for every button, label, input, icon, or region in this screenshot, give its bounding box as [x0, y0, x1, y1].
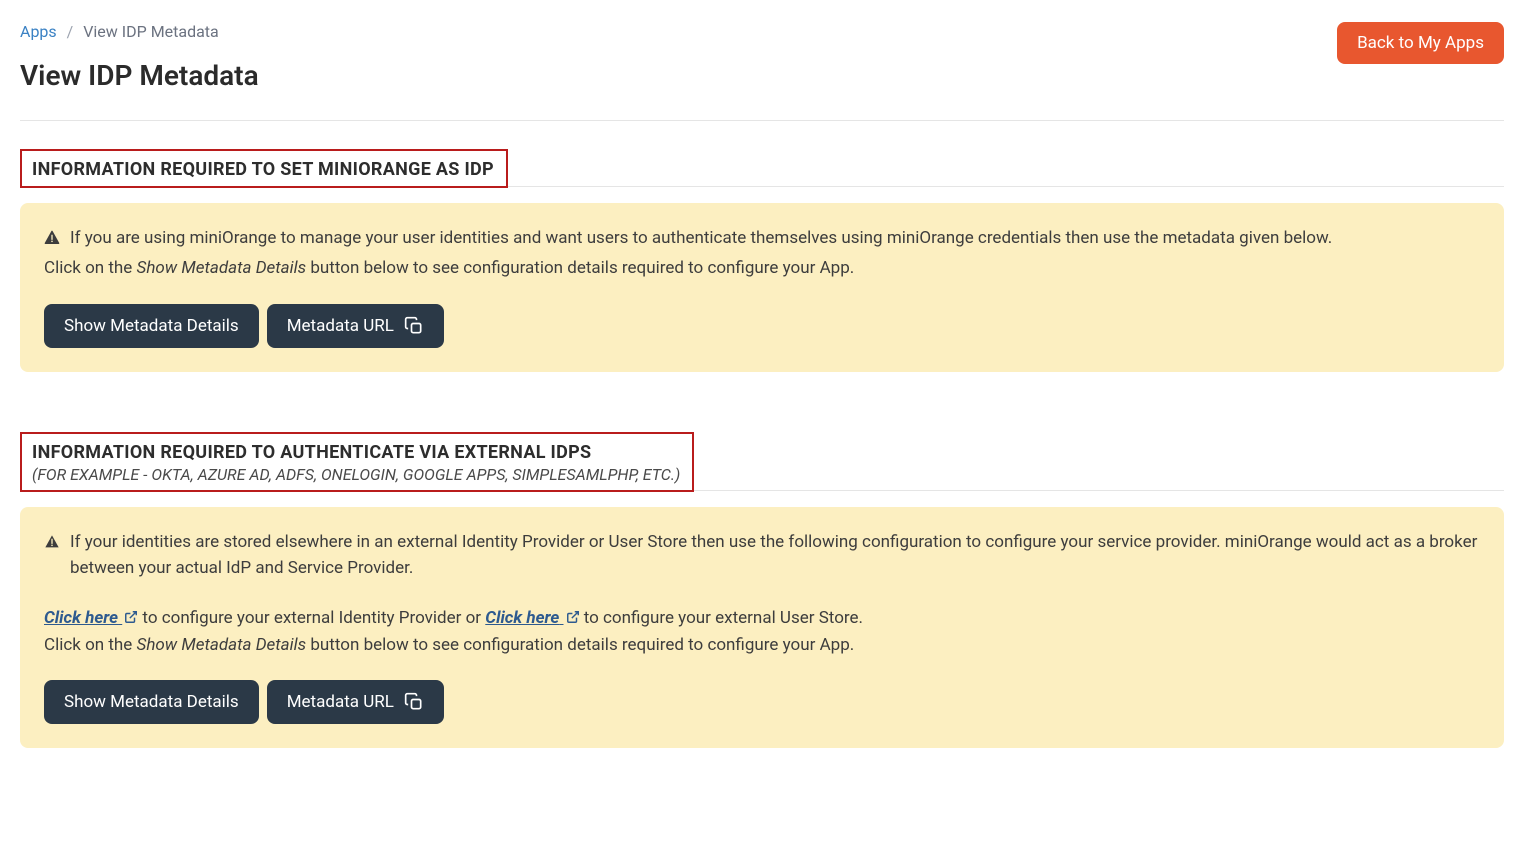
section1-info-card: If you are using miniOrange to manage yo… [20, 203, 1504, 372]
configure-idp-link[interactable]: Click here [44, 608, 138, 628]
section2-click-prefix: Click on the [44, 635, 137, 655]
page-divider [20, 120, 1504, 121]
copy-icon [404, 316, 424, 336]
section2-link1-after: to configure your external Identity Prov… [138, 608, 485, 628]
breadcrumb-current: View IDP Metadata [83, 22, 219, 41]
section2-click-suffix: button below to see configuration detail… [306, 635, 854, 655]
section2-info-secondary: Click on the Show Metadata Details butto… [44, 632, 1480, 658]
breadcrumb-separator: / [67, 22, 74, 41]
metadata-url-button-2[interactable]: Metadata URL [267, 680, 444, 724]
show-metadata-details-button[interactable]: Show Metadata Details [44, 304, 259, 348]
section1-heading: INFORMATION REQUIRED TO SET MINIORANGE A… [32, 159, 494, 180]
copy-icon [404, 692, 424, 712]
configure-userstore-link-text: Click here [485, 608, 559, 628]
metadata-url-label-2: Metadata URL [287, 692, 394, 712]
section2-heading-box: INFORMATION REQUIRED TO AUTHENTICATE VIA… [20, 432, 694, 492]
show-metadata-details-button-2[interactable]: Show Metadata Details [44, 680, 259, 724]
external-link-icon [566, 610, 580, 624]
section2-link2-after: to configure your external User Store. [580, 608, 864, 628]
configure-idp-link-text: Click here [44, 608, 118, 628]
section1-heading-box: INFORMATION REQUIRED TO SET MINIORANGE A… [20, 149, 508, 188]
back-to-apps-button[interactable]: Back to My Apps [1337, 22, 1504, 64]
section1-click-italic: Show Metadata Details [137, 258, 307, 278]
section2-info-card: If your identities are stored elsewhere … [20, 507, 1504, 748]
metadata-url-button[interactable]: Metadata URL [267, 304, 444, 348]
breadcrumb-apps-link[interactable]: Apps [20, 22, 57, 41]
section2-subtitle: (FOR EXAMPLE - OKTA, AZURE AD, ADFS, ONE… [32, 465, 680, 484]
warning-icon [44, 534, 60, 550]
configure-userstore-link[interactable]: Click here [485, 608, 579, 628]
external-link-icon [124, 610, 138, 624]
section1-info-secondary: Click on the Show Metadata Details butto… [44, 255, 1480, 281]
section1-click-prefix: Click on the [44, 258, 137, 278]
section2-links-line: Click here to configure your external Id… [44, 605, 1480, 631]
section2-info-main: If your identities are stored elsewhere … [70, 529, 1480, 582]
metadata-url-label: Metadata URL [287, 316, 394, 336]
breadcrumb: Apps / View IDP Metadata [20, 22, 259, 41]
warning-icon [44, 230, 60, 246]
section1-info-main: If you are using miniOrange to manage yo… [70, 225, 1332, 251]
page-title: View IDP Metadata [20, 59, 259, 92]
section2-click-italic: Show Metadata Details [137, 635, 307, 655]
section1-click-suffix: button below to see configuration detail… [306, 258, 854, 278]
section2-heading: INFORMATION REQUIRED TO AUTHENTICATE VIA… [32, 442, 680, 463]
